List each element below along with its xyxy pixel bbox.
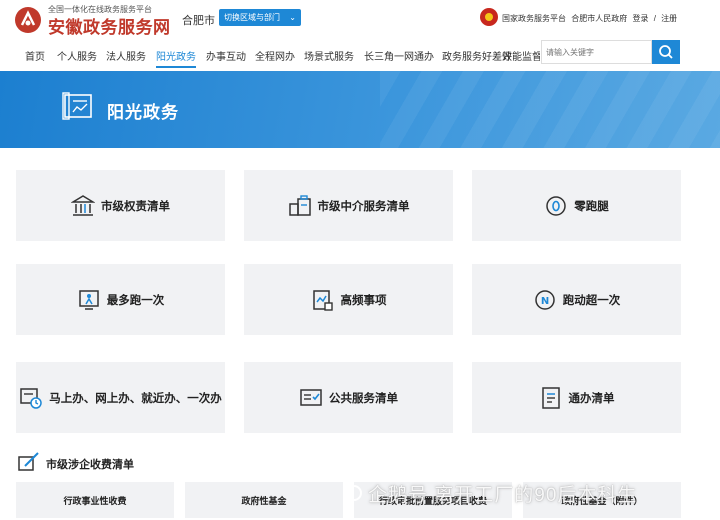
top-links: 国家政务服务平台 合肥市人民政府 登录 / 注册 — [502, 13, 680, 24]
card-label: 马上办、网上办、就近办、一次办 — [49, 392, 222, 405]
page-title: 阳光政务 — [107, 103, 179, 122]
site-logo-icon[interactable] — [14, 6, 42, 34]
card-label: 最多跑一次 — [106, 294, 165, 307]
active-nav-indicator — [156, 66, 196, 68]
login-link[interactable]: 登录 — [632, 14, 648, 23]
agency-icon — [288, 194, 311, 216]
register-link[interactable]: 注册 — [661, 14, 677, 23]
card-high-frequency[interactable]: 高频事项 — [244, 264, 453, 335]
card-label: 零跑腿 — [574, 200, 609, 213]
high-frequency-icon — [312, 289, 333, 311]
card-label: 市级权责清单 — [101, 200, 170, 213]
building-icon — [71, 194, 95, 216]
watermark-text: 企鹅号 离开工厂的90后本科生 — [368, 485, 638, 506]
card-zero-run[interactable]: 零跑腿 — [472, 170, 681, 241]
pen-icon — [18, 452, 39, 471]
svg-text:N: N — [541, 296, 549, 307]
nav-supervision[interactable]: 效能监督 — [502, 48, 540, 63]
fees-section-title: 市级涉企收费清单 — [46, 459, 134, 471]
banner-decoration — [380, 71, 720, 148]
switch-region-label: 切换区域与部门 — [224, 13, 280, 22]
run-over-once-icon: N — [535, 289, 555, 310]
card-agency-service-list[interactable]: 市级中介服务清单 — [244, 170, 453, 241]
nav-corporate[interactable]: 法人服务 — [106, 48, 146, 63]
checklist-icon — [300, 388, 322, 406]
run-once-icon — [79, 289, 99, 310]
card-public-service-list[interactable]: 公共服务清单 — [244, 362, 453, 433]
document-icon — [541, 386, 560, 409]
search-button[interactable] — [652, 40, 680, 64]
city-government-link[interactable]: 合肥市人民政府 — [571, 14, 627, 23]
current-city: 合肥市 — [182, 15, 215, 27]
switch-region-button[interactable]: 切换区域与部门 ⌄ — [219, 9, 301, 26]
four-ways-icon — [20, 387, 42, 409]
card-label: 通办清单 — [568, 392, 615, 405]
nav-personal[interactable]: 个人服务 — [57, 48, 97, 63]
fees-tab-label: 行政事业性收费 — [63, 495, 127, 506]
link-separator: / — [653, 14, 656, 23]
card-label: 公共服务清单 — [329, 392, 398, 405]
chevron-down-icon: ⌄ — [289, 13, 296, 22]
site-header: 全国一体化在线政务服务平台 安徽政务服务网 合肥市 切换区域与部门 ⌄ 国家政务… — [0, 0, 720, 38]
nav-online[interactable]: 全程网办 — [255, 48, 295, 63]
nav-yangtze[interactable]: 长三角一网通办 — [364, 48, 434, 63]
card-label: 市级中介服务清单 — [317, 200, 410, 213]
card-run-over-once[interactable]: N 跑动超一次 — [472, 264, 681, 335]
card-label: 跑动超一次 — [562, 294, 621, 307]
search-icon — [659, 45, 673, 59]
fees-tab-administrative[interactable]: 行政事业性收费 — [16, 482, 174, 518]
card-label: 高频事项 — [340, 294, 387, 307]
gazette-icon — [62, 92, 92, 120]
national-platform-link[interactable]: 国家政务服务平台 — [502, 14, 566, 23]
card-universal-handling-list[interactable]: 通办清单 — [472, 362, 681, 433]
nav-sunshine[interactable]: 阳光政务 — [156, 48, 196, 63]
watermark-logo-icon — [346, 485, 362, 501]
national-emblem-icon — [480, 8, 498, 26]
card-city-responsibility-list[interactable]: 市级权责清单 — [16, 170, 225, 241]
site-title[interactable]: 安徽政务服务网 — [48, 13, 171, 38]
search-input[interactable] — [541, 40, 652, 64]
card-four-ways[interactable]: 马上办、网上办、就近办、一次办 — [16, 362, 225, 433]
card-run-at-most-once[interactable]: 最多跑一次 — [16, 264, 225, 335]
fees-tab-label: 政府性基金 — [241, 495, 287, 506]
nav-interaction[interactable]: 办事互动 — [206, 48, 246, 63]
nav-scenario[interactable]: 场景式服务 — [304, 48, 354, 63]
nav-home[interactable]: 首页 — [25, 48, 45, 63]
fees-tab-government-fund[interactable]: 政府性基金 — [185, 482, 343, 518]
zero-run-icon — [546, 195, 566, 216]
